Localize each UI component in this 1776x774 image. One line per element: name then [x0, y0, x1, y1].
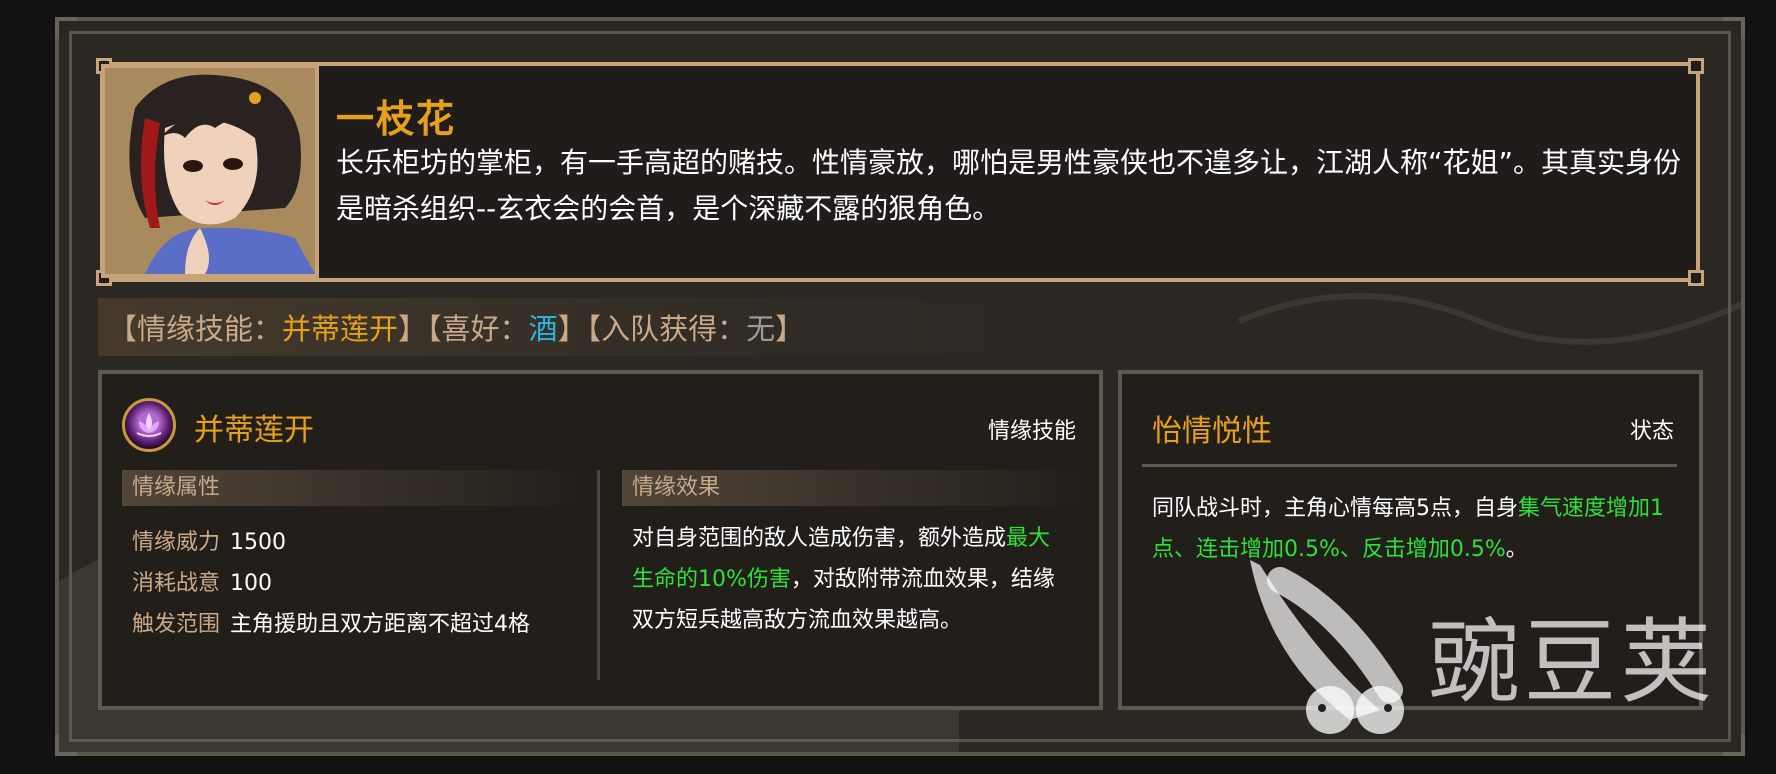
info-bracket: 】	[398, 312, 428, 346]
attr-key: 消耗战意	[132, 571, 221, 596]
character-portrait	[101, 64, 319, 278]
skill-effect-text: 对自身范围的敌人造成伤害，额外造成最大生命的10%伤害，对敌附带流血效果，结缘双…	[632, 518, 1072, 641]
character-description: 长乐柜坊的掌柜，有一手高超的赌技。性情豪放，哪怕是男性豪侠也不遑多让，江湖人称“…	[336, 146, 1682, 225]
character-info-line: 【情缘技能：并蒂莲开】【喜好：酒】【入队获得：无】	[108, 306, 804, 348]
column-divider	[597, 470, 600, 680]
state-type-label: 状态	[1630, 419, 1675, 444]
join-reward-value: 无	[746, 312, 776, 346]
info-label: 【情缘技能：	[108, 312, 283, 346]
attr-row-power: 情缘威力 1500	[132, 524, 286, 556]
info-label: 【入队获得：	[586, 312, 747, 346]
info-label: 【喜好：	[427, 312, 529, 346]
character-name: 一枝花	[336, 97, 457, 141]
frame-corner	[55, 734, 77, 756]
lotus-icon	[122, 398, 176, 452]
attribute-header: 情缘属性	[122, 470, 582, 506]
info-bracket: 】	[557, 312, 587, 346]
attr-key: 情缘威力	[132, 530, 221, 555]
attr-row-cost: 消耗战意 100	[132, 565, 272, 597]
effect-header: 情缘效果	[622, 470, 1082, 506]
hobby-value: 酒	[528, 312, 558, 346]
skill-name: 并蒂莲开	[194, 413, 314, 448]
state-divider	[1142, 464, 1677, 467]
attr-value: 主角援助且双方距离不超过4格	[230, 612, 531, 637]
bond-skill-value: 并蒂莲开	[282, 312, 399, 346]
state-name: 怡情悦性	[1152, 414, 1272, 449]
card-corner	[1688, 270, 1704, 286]
frame-corner	[55, 17, 77, 39]
attr-key: 触发范围	[132, 612, 221, 637]
frame-corner	[1723, 17, 1745, 39]
attr-value: 100	[230, 571, 273, 596]
skill-type-label: 情缘技能	[987, 419, 1076, 444]
effect-text-part: 对自身范围的敌人造成伤害，额外造成	[632, 526, 1007, 551]
attr-row-range: 触发范围 主角援助且双方距离不超过4格	[132, 606, 530, 638]
card-corner	[1688, 58, 1704, 74]
info-bracket: 】	[775, 312, 805, 346]
watermark-text: 豌豆荚	[1428, 609, 1717, 716]
state-text-part: 同队战斗时，主角心情每高5点，自身	[1152, 496, 1518, 521]
attr-value: 1500	[230, 530, 287, 555]
